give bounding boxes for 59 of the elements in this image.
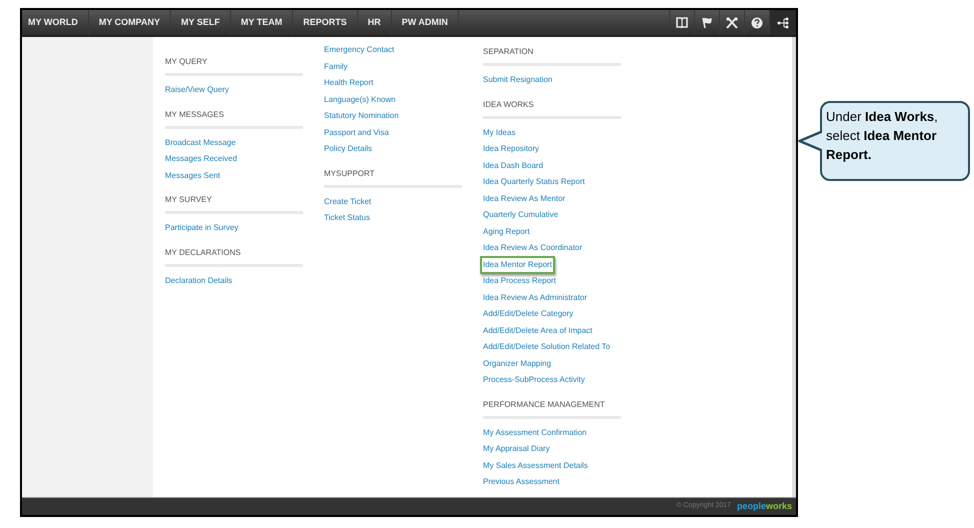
menu-link[interactable]: Organizer Mapping: [483, 356, 552, 371]
menu-link[interactable]: My Sales Assessment Details: [483, 458, 588, 473]
section-heading: IDEA WORKS: [483, 98, 535, 110]
menu-link[interactable]: Submit Resignation: [483, 73, 552, 88]
menu-link[interactable]: Health Report: [324, 76, 374, 90]
nav-tab[interactable]: MY SELF: [175, 10, 231, 35]
help-icon: [751, 16, 763, 28]
menu-link[interactable]: Language(s) Known: [324, 92, 396, 107]
menu-link[interactable]: Add/Edit/Delete Solution Related To: [483, 340, 610, 354]
menu-link[interactable]: Policy Details: [324, 142, 372, 156]
menu-link[interactable]: Idea Repository: [483, 142, 540, 156]
nav-tab[interactable]: MY COMPANY: [92, 10, 172, 35]
nav-tab[interactable]: MY WORLD: [22, 10, 89, 35]
menu-link[interactable]: Participate in Survey: [165, 221, 238, 236]
menu-link[interactable]: Messages Sent: [165, 168, 220, 183]
menu-link[interactable]: Idea Dash Board: [483, 158, 544, 173]
menu-link[interactable]: Add/Edit/Delete Category: [483, 307, 574, 322]
nav-tab[interactable]: REPORTS: [297, 10, 358, 35]
menu-link[interactable]: Passport and Visa: [324, 126, 389, 140]
nav-tab[interactable]: MY TEAM: [234, 10, 294, 35]
menu-link[interactable]: Idea Mentor Report: [480, 256, 555, 274]
section-heading: MY QUERY: [165, 56, 208, 68]
toolbar-button[interactable]: [769, 10, 796, 35]
flag-icon: [702, 16, 712, 28]
menu-link[interactable]: Family: [324, 60, 348, 74]
section-heading: PERFORMANCE MANAGEMENT: [483, 398, 606, 410]
menu-link[interactable]: Create Ticket: [324, 194, 372, 209]
menu-link[interactable]: Idea Review As Mentor: [483, 192, 566, 206]
menu-link[interactable]: My Assessment Confirmation: [483, 426, 587, 440]
section-heading: SEPARATION: [483, 46, 534, 58]
tools-icon: [726, 16, 738, 28]
callout-text: Under Idea Works, select Idea Mentor Report.: [826, 108, 939, 164]
menu-link[interactable]: Statutory Nomination: [324, 109, 399, 124]
menu-link[interactable]: Idea Quarterly Status Report: [483, 175, 585, 190]
menu-link[interactable]: Declaration Details: [165, 274, 232, 288]
menu-link[interactable]: Messages Received: [165, 152, 238, 166]
menu-link[interactable]: My Appraisal Diary: [483, 442, 550, 456]
section-heading: MY MESSAGES: [165, 108, 225, 120]
menu-link[interactable]: Process-SubProcess Activity: [483, 373, 585, 388]
menu-link[interactable]: My Ideas: [483, 126, 516, 140]
nav-tab[interactable]: PW ADMIN: [396, 10, 459, 35]
menu-link[interactable]: Aging Report: [483, 224, 530, 239]
menu-link[interactable]: Previous Assessment: [483, 475, 560, 490]
sitemap-icon: [777, 16, 789, 28]
menu-link[interactable]: Ticket Status: [324, 211, 370, 226]
menu-link[interactable]: Add/Edit/Delete Area of Impact: [483, 324, 592, 338]
menu-link[interactable]: Quarterly Cumulative: [483, 208, 558, 222]
book-icon: [676, 17, 688, 28]
menu-link[interactable]: Emergency Contact: [324, 43, 394, 58]
section-heading: MY SURVEY: [165, 194, 213, 206]
menu-link[interactable]: Idea Review As Coordinator: [483, 241, 582, 256]
section-heading: MYSUPPORT: [324, 168, 376, 180]
nav-tab[interactable]: HR: [362, 10, 392, 35]
menu-link[interactable]: Idea Review As Administrator: [483, 290, 588, 305]
peopleworks-logo: peopleworks: [736, 500, 792, 513]
menu-link[interactable]: Idea Process Report: [483, 274, 556, 288]
menu-link[interactable]: Broadcast Message: [165, 136, 236, 150]
menu-link[interactable]: Raise/View Query: [165, 83, 229, 98]
section-heading: MY DECLARATIONS: [165, 246, 242, 258]
